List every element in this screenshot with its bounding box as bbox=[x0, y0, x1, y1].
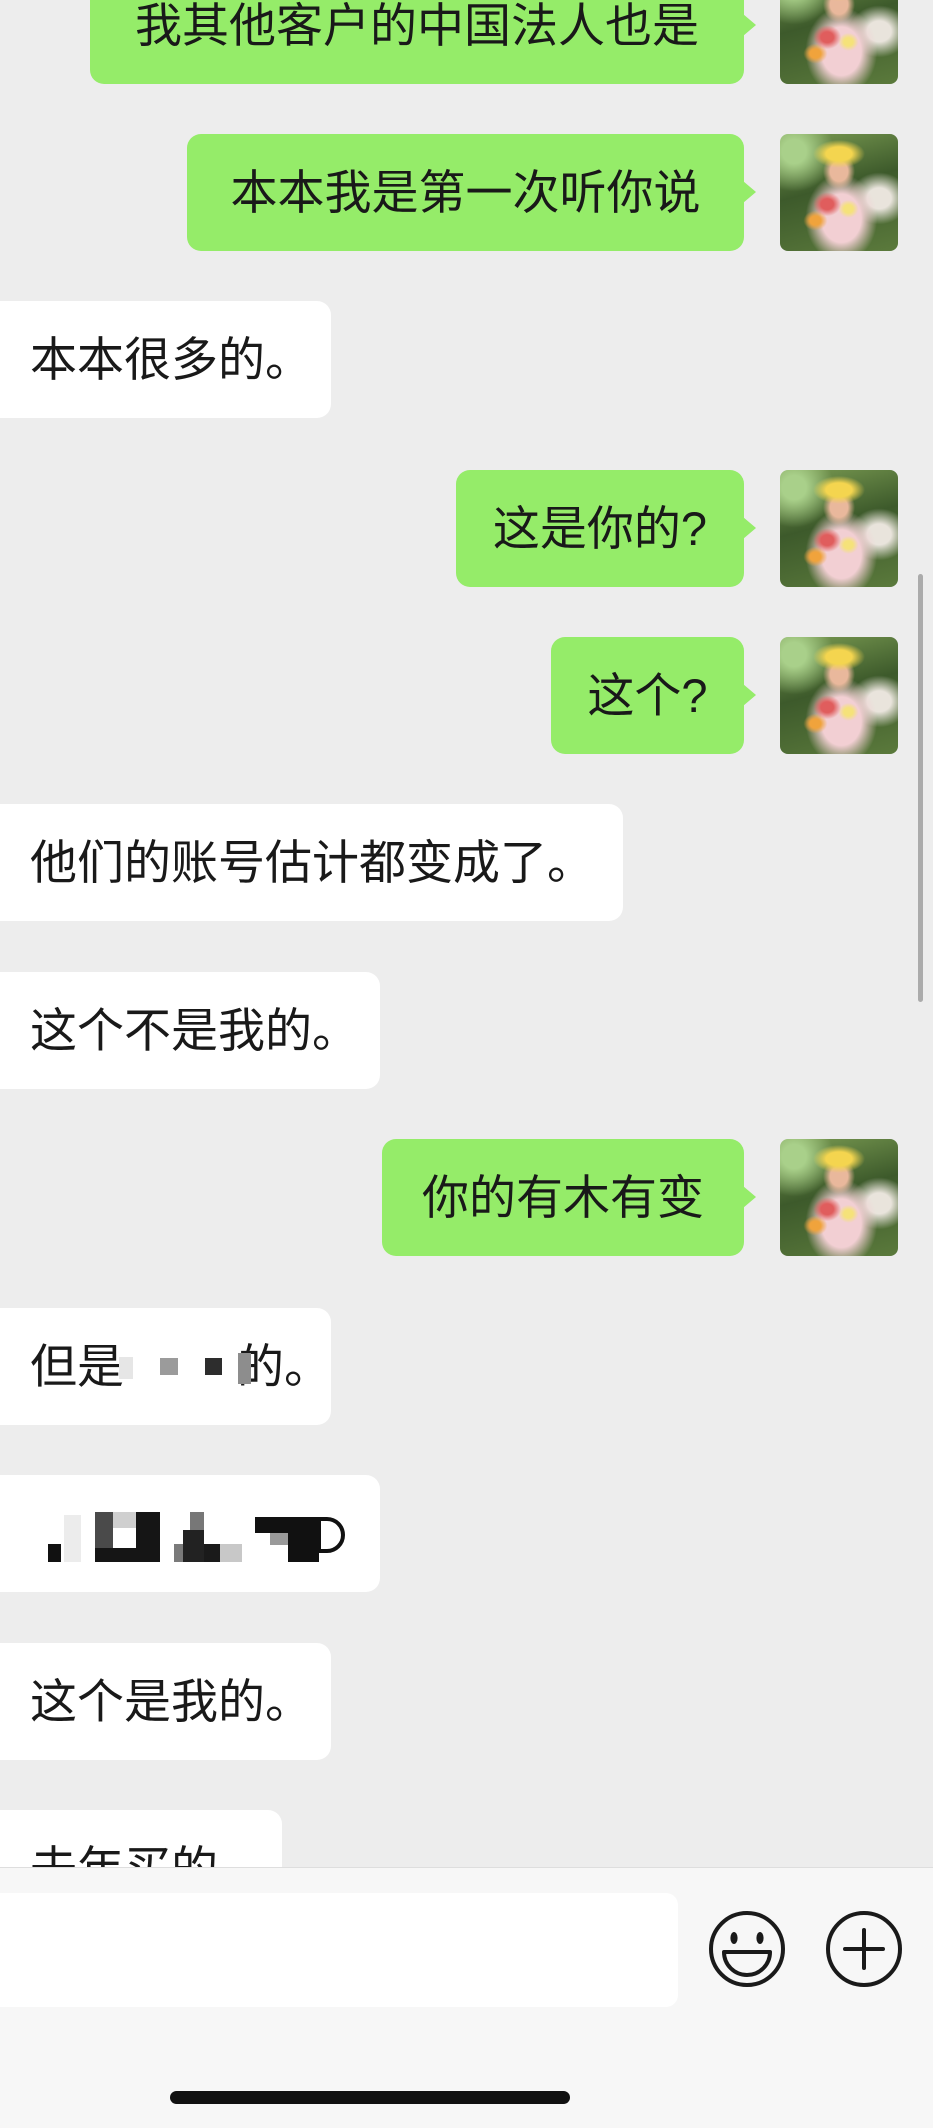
message-text: 这个? bbox=[587, 669, 708, 722]
emoji-button[interactable] bbox=[707, 1909, 787, 1989]
pixelated-redaction bbox=[119, 1353, 251, 1384]
received-message-bubble[interactable]: 本本很多的。 bbox=[0, 301, 331, 418]
my-avatar[interactable] bbox=[780, 470, 898, 587]
sent-message-bubble[interactable]: 我其他客户的中国法人也是 bbox=[90, 0, 756, 84]
sent-message-bubble[interactable]: 你的有木有变 bbox=[382, 1139, 756, 1256]
input-bar bbox=[0, 1867, 933, 2128]
message-row-sent: 本本我是第一次听你说 bbox=[0, 134, 933, 251]
message-row-received: 但是 的。 bbox=[0, 1308, 933, 1425]
plus-icon[interactable] bbox=[824, 1909, 904, 1989]
chat-area[interactable]: 我其他客户的中国法人也是 本本我是第一次听你说 本本很多的。 这是你的? 这个?… bbox=[0, 0, 933, 1867]
message-text: 去年买的 bbox=[30, 1845, 218, 1867]
message-row-sent: 这个? bbox=[0, 637, 933, 754]
emoji-icon[interactable] bbox=[707, 1909, 787, 1989]
message-text: 这个是我的。 bbox=[30, 1675, 312, 1728]
received-message-bubble[interactable]: 去年买的 bbox=[0, 1810, 282, 1867]
message-row-received: 去年买的 bbox=[0, 1810, 933, 1867]
message-row-sent: 你的有木有变 bbox=[0, 1139, 933, 1256]
message-input[interactable] bbox=[0, 1893, 678, 2007]
received-message-bubble[interactable]: 但是 的。 bbox=[0, 1308, 331, 1425]
message-text: 我其他客户的中国法人也是 bbox=[135, 0, 699, 52]
message-row-received bbox=[0, 1475, 933, 1592]
sent-message-bubble[interactable]: 这是你的? bbox=[456, 470, 756, 587]
message-row-received: 他们的账号估计都变成了。 bbox=[0, 804, 933, 921]
message-row-sent: 我其他客户的中国法人也是 bbox=[0, 0, 933, 84]
message-row-received: 本本很多的。 bbox=[0, 301, 933, 418]
message-row-sent: 这是你的? bbox=[0, 470, 933, 587]
message-row-received: 这个不是我的。 bbox=[0, 972, 933, 1089]
received-message-bubble[interactable]: 这个是我的。 bbox=[0, 1643, 331, 1760]
message-text: 他们的账号估计都变成了。 bbox=[30, 836, 594, 889]
message-text: 你的有木有变 bbox=[422, 1171, 704, 1224]
sent-message-bubble[interactable]: 本本我是第一次听你说 bbox=[187, 134, 756, 251]
my-avatar[interactable] bbox=[780, 0, 898, 84]
my-avatar[interactable] bbox=[780, 134, 898, 251]
home-indicator bbox=[170, 2091, 570, 2104]
sent-message-bubble[interactable]: 这个? bbox=[551, 637, 756, 754]
received-message-bubble[interactable]: 这个不是我的。 bbox=[0, 972, 380, 1089]
chat-scrollbar[interactable] bbox=[918, 574, 923, 1002]
received-message-bubble[interactable] bbox=[0, 1475, 380, 1592]
message-text: 这是你的? bbox=[492, 502, 708, 555]
message-text: 这个不是我的。 bbox=[30, 1004, 359, 1057]
my-avatar[interactable] bbox=[780, 637, 898, 754]
received-message-bubble[interactable]: 他们的账号估计都变成了。 bbox=[0, 804, 623, 921]
pixelated-redaction bbox=[48, 1512, 345, 1562]
my-avatar[interactable] bbox=[780, 1139, 898, 1256]
more-button[interactable] bbox=[824, 1909, 904, 1989]
message-text: 本本很多的。 bbox=[30, 333, 312, 386]
message-row-received: 这个是我的。 bbox=[0, 1643, 933, 1760]
message-text: 本本我是第一次听你说 bbox=[230, 166, 701, 219]
